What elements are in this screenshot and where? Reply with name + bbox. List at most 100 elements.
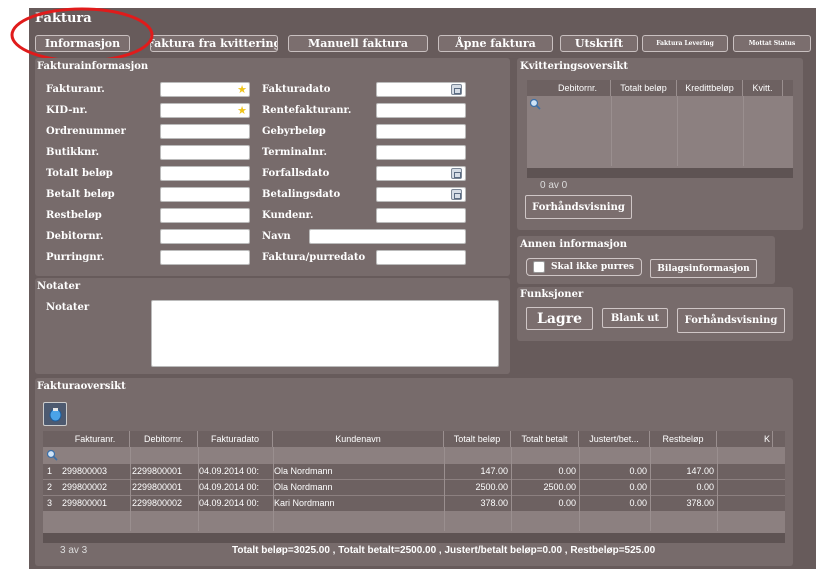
calendar-icon[interactable] [451,168,462,179]
blank-ut-button[interactable]: Blank ut [602,308,668,328]
search-icon[interactable] [529,98,541,110]
rentefakturanr-label: Rentefakturanr. [262,105,352,116]
row-number: 3 [47,498,53,508]
mottat-status-button[interactable]: Mottat Status [733,35,811,52]
skal-ikke-purres-checkbox[interactable] [533,261,545,273]
kundenavn-cell: Ola Nordmann [274,482,333,492]
table-row[interactable]: 3 299800001 2299800002 04.09.2014 00: Ka… [43,496,785,512]
betalt-belop-field[interactable] [160,187,250,202]
grid-divider [273,447,274,531]
forfallsdato-field[interactable] [376,166,466,181]
col-restbelop[interactable]: Restbeløp [650,431,717,447]
debitornr-cell: 2299800002 [132,498,183,508]
table-row[interactable]: 2 299800002 2299800001 04.09.2014 00: Ol… [43,480,785,496]
table-row[interactable]: 1 299800003 2299800001 04.09.2014 00: Ol… [43,464,785,480]
row-number: 2 [47,482,53,492]
gebyrbelop-field[interactable] [376,124,466,139]
calendar-icon[interactable] [451,84,462,95]
totals-summary: Totalt beløp=3025.00 , Totalt betalt=250… [232,545,656,556]
row-number: 1 [47,466,53,476]
app-root: Faktura Informasjon Faktura fra kvitteri… [0,0,816,569]
bilagsinformasjon-button[interactable]: Bilagsinformasjon [650,259,757,278]
refresh-icon [49,408,62,422]
horizontal-scrollbar[interactable] [527,168,793,178]
betalingsdato-label: Betalingsdato [262,189,341,200]
grid-divider [677,96,678,166]
totalt-belop-label: Totalt beløp [46,168,113,179]
horizontal-scrollbar[interactable] [43,533,785,543]
debitornr-cell: 2299800001 [132,482,183,492]
justert-betalt-cell: 0.00 [629,466,647,476]
col-fakturanr[interactable]: Fakturanr. [61,431,130,447]
funksjoner-title: Funksjoner [520,289,584,300]
col-fakturadato[interactable]: Fakturadato [198,431,273,447]
debitornr-field[interactable] [160,229,250,244]
notater-label: Notater [46,302,90,313]
utskrift-button[interactable]: Utskrift [560,35,638,52]
grid-divider [130,447,131,531]
rentefakturanr-field[interactable] [376,103,466,118]
fakturanr-cell: 299800002 [62,482,108,492]
terminalnr-field[interactable] [376,145,466,160]
funksjoner-forhandsvisning-button[interactable]: Forhåndsvisning [677,308,785,333]
col-justert-betalt[interactable]: Justert/bet... [579,431,650,447]
manuell-faktura-button[interactable]: Manuell faktura [288,35,428,52]
restbelop-cell: 147.00 [686,466,714,476]
grid-divider [198,447,199,531]
col-totalt-betalt[interactable]: Totalt betalt [511,431,579,447]
refresh-button[interactable] [43,402,67,426]
col-kredittbelop[interactable]: Kredittbeløp [677,80,743,96]
fakturanr-cell: 299800003 [62,466,108,476]
col-totalt-belop[interactable]: Totalt beløp [611,80,677,96]
restbelop-field[interactable] [160,208,250,223]
butikknr-field[interactable] [160,145,250,160]
grid-divider [743,96,744,166]
purringnr-label: Purringnr. [46,252,105,263]
grid-divider [444,447,445,531]
ordrenummer-label: Ordrenummer [46,126,126,137]
totalt-belop-cell: 378.00 [480,498,508,508]
star-icon: ★ [237,104,247,117]
col-totalt-belop[interactable]: Totalt beløp [444,431,511,447]
betalt-belop-label: Betalt beløp [46,189,115,200]
kundenr-field[interactable] [376,208,466,223]
totalt-betalt-cell: 0.00 [558,498,576,508]
restbelop-cell: 0.00 [696,482,714,492]
faktura-purredato-label: Faktura/purredato [262,252,366,263]
col-kundenavn[interactable]: Kundenavn [273,431,444,447]
window-title: Faktura [35,11,92,26]
betalingsdato-field[interactable] [376,187,466,202]
skal-ikke-purres-label: Skal ikke purres [551,262,634,272]
kvittering-forhandsvisning-button[interactable]: Forhåndsvisning [525,195,632,219]
search-icon[interactable] [46,449,58,461]
purringnr-field[interactable] [160,250,250,265]
kvittering-grid: Debitornr. Totalt beløp Kredittbeløp Kvi… [527,80,793,178]
calendar-icon[interactable] [451,189,462,200]
fakturaoversikt-count: 3 av 3 [60,545,88,556]
fakturadato-cell: 04.09.2014 00: [199,498,260,508]
col-k[interactable]: K [717,431,773,447]
justert-betalt-cell: 0.00 [629,482,647,492]
informasjon-button[interactable]: Informasjon [35,35,130,52]
skal-ikke-purres-checkbox-row[interactable]: Skal ikke purres [526,258,642,276]
grid-divider [611,96,612,166]
fakturadato-label: Fakturadato [262,84,331,95]
fakturadato-field[interactable] [376,82,466,97]
kid-nr-field[interactable]: ★ [160,103,250,118]
totalt-belop-field[interactable] [160,166,250,181]
fakturanr-field[interactable]: ★ [160,82,250,97]
notater-textarea[interactable] [151,300,499,367]
col-kvitt[interactable]: Kvitt. [743,80,783,96]
fakturanr-label: Fakturanr. [46,84,105,95]
lagre-button[interactable]: Lagre [526,307,593,330]
ordrenummer-field[interactable] [160,124,250,139]
col-debitornr[interactable]: Debitornr. [130,431,198,447]
navn-field[interactable] [309,229,466,244]
faktura-purredato-field[interactable] [376,250,466,265]
faktura-fra-kvittering-button[interactable]: Faktura fra kvittering [150,35,278,52]
col-debitornr[interactable]: Debitornr. [545,80,611,96]
totalt-betalt-cell: 2500.00 [543,482,576,492]
apne-faktura-button[interactable]: Åpne faktura [438,35,553,52]
faktura-levering-button[interactable]: Faktura Levering [642,35,728,52]
annen-informasjon-title: Annen informasjon [520,239,627,250]
